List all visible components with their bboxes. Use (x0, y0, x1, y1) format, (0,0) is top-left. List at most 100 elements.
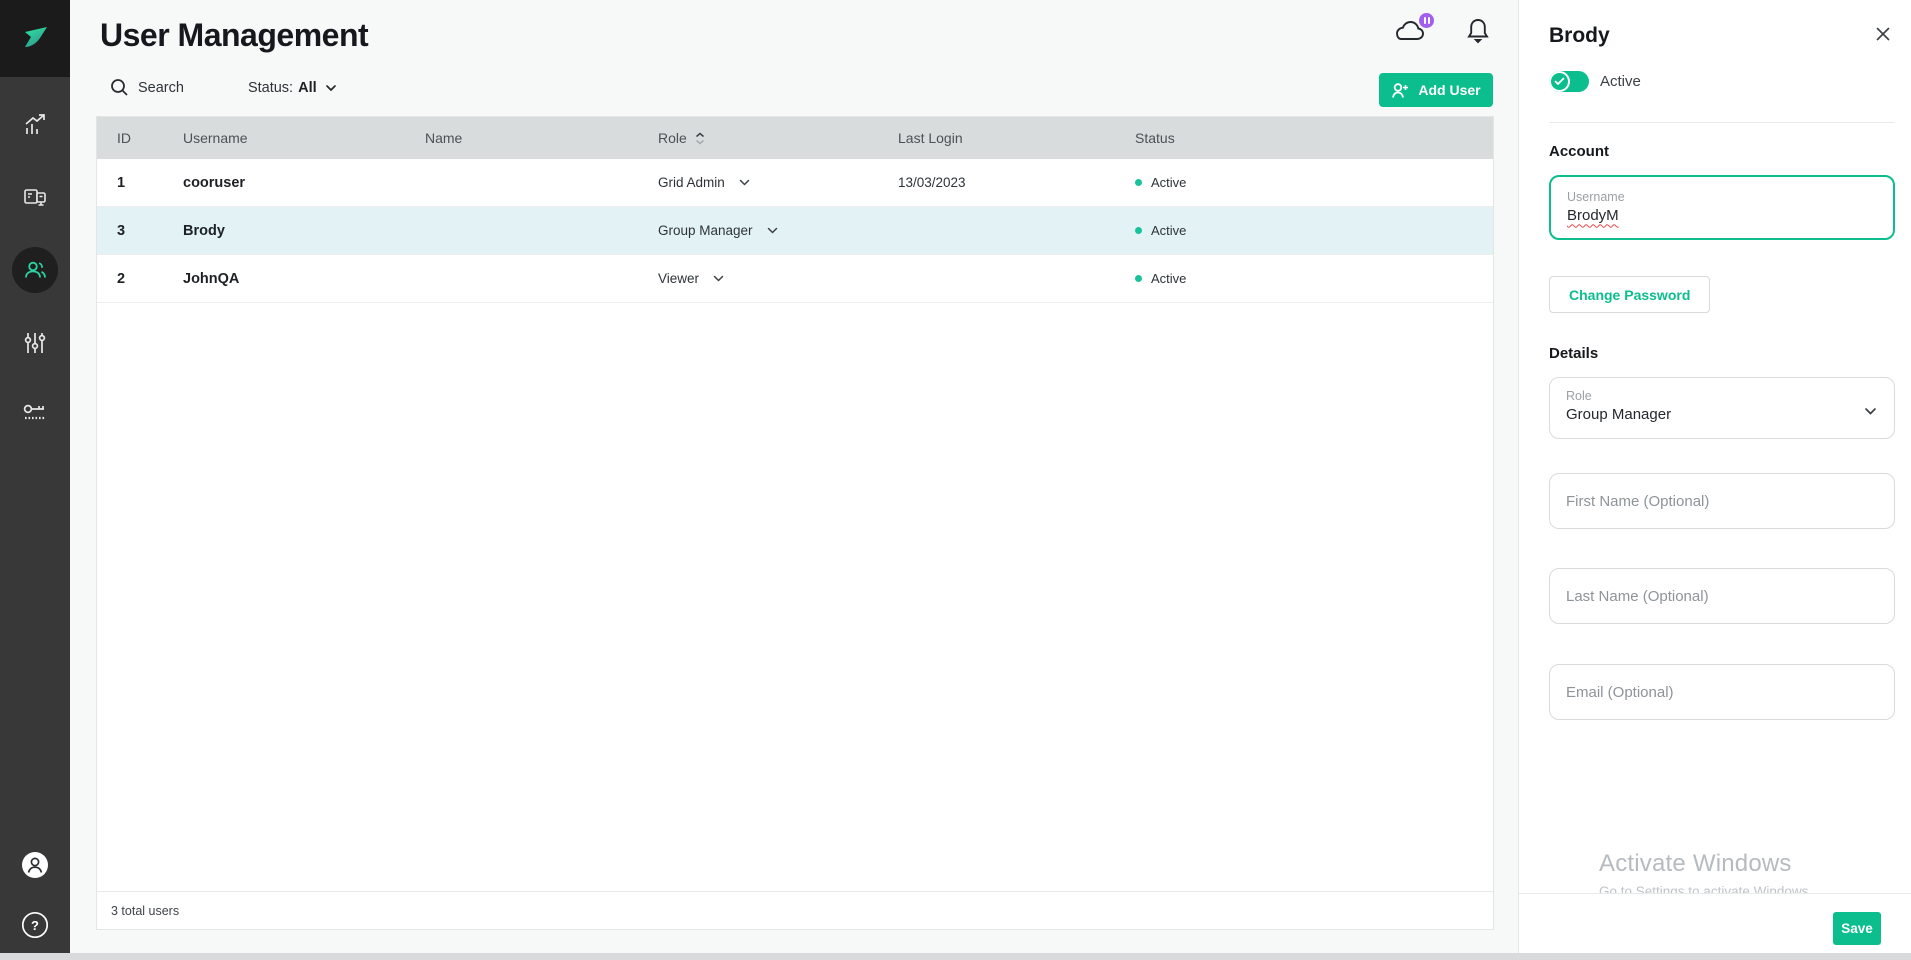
account-avatar-icon (21, 851, 49, 879)
cell-last-login: 13/03/2023 (898, 175, 1135, 190)
role-select-value: Group Manager (1566, 404, 1878, 427)
cell-status: Active (1135, 223, 1493, 238)
status-label: Active (1151, 175, 1186, 190)
status-filter-value: All (298, 80, 317, 96)
sliders-icon (20, 328, 50, 358)
cell-username: JohnQA (183, 271, 425, 287)
panel-footer: Save (1519, 893, 1911, 953)
active-toggle-label: Active (1600, 73, 1641, 90)
chevron-down-icon (325, 84, 337, 92)
check-icon (1554, 77, 1565, 86)
license-key-icon (19, 397, 51, 429)
close-icon (1875, 26, 1891, 42)
col-header-role-label: Role (658, 130, 687, 146)
col-header-role[interactable]: Role (658, 130, 898, 146)
toggle-knob (1549, 71, 1570, 92)
help-icon: ? (21, 911, 49, 939)
header-icons (1392, 16, 1492, 51)
sidebar-item-users[interactable] (0, 246, 70, 294)
table-footer: 3 total users (97, 891, 1493, 929)
cell-username: Brody (183, 223, 425, 239)
chevron-down-icon (713, 275, 724, 282)
status-label: Active (1151, 223, 1186, 238)
chevron-down-icon (739, 179, 750, 186)
cell-id: 3 (117, 223, 183, 239)
toolbar: Search Status: All (110, 78, 337, 97)
chevron-down-icon (1864, 403, 1877, 421)
close-panel-button[interactable] (1875, 26, 1891, 47)
table-row[interactable]: 2 JohnQA Viewer Active (97, 255, 1493, 303)
email-field[interactable] (1549, 664, 1895, 720)
activate-windows-watermark: Activate Windows (1599, 850, 1792, 878)
active-toggle[interactable] (1549, 71, 1589, 92)
status-filter-label: Status: (248, 80, 293, 96)
role-dropdown[interactable]: Grid Admin (658, 175, 898, 190)
total-users-count: 3 total users (111, 904, 179, 918)
search-icon (110, 78, 129, 97)
sort-icon[interactable] (695, 132, 705, 145)
sidebar-item-license[interactable] (0, 389, 70, 437)
taskbar-edge (0, 953, 1911, 960)
table-header-row: ID Username Name Role Last Login Status (97, 117, 1493, 159)
status-dot-icon (1135, 179, 1142, 186)
cell-status: Active (1135, 271, 1493, 286)
col-header-name[interactable]: Name (425, 130, 658, 146)
users-table: ID Username Name Role Last Login Status … (96, 116, 1494, 930)
app-logo[interactable] (0, 0, 70, 77)
role-select[interactable]: Role Group Manager (1549, 377, 1895, 439)
col-header-status[interactable]: Status (1135, 130, 1493, 146)
bell-icon (1464, 16, 1492, 46)
sidebar-item-analytics[interactable] (0, 102, 70, 150)
add-user-label: Add User (1418, 82, 1480, 98)
main-content: User Management Search Status: All (70, 0, 1518, 953)
sidebar-item-devices[interactable] (0, 174, 70, 222)
table-row[interactable]: 1 cooruser Grid Admin 13/03/2023 Active (97, 159, 1493, 207)
cell-id: 2 (117, 271, 183, 287)
table-empty-space (97, 303, 1493, 891)
status-label: Active (1151, 271, 1186, 286)
status-dot-icon (1135, 275, 1142, 282)
sidebar-item-help[interactable]: ? (0, 901, 70, 949)
chevron-down-icon (767, 227, 778, 234)
add-user-icon (1391, 82, 1410, 99)
svg-text:?: ? (31, 918, 39, 933)
col-header-id[interactable]: ID (117, 130, 183, 146)
sidebar-item-settings[interactable] (0, 319, 70, 367)
role-dropdown[interactable]: Group Manager (658, 223, 898, 238)
col-header-username[interactable]: Username (183, 130, 425, 146)
divider (1549, 122, 1895, 123)
username-field-value[interactable]: BrodyM (1567, 205, 1877, 228)
table-row-selected[interactable]: 3 Brody Group Manager Active (97, 207, 1493, 255)
cloud-status-button[interactable] (1392, 17, 1428, 50)
user-detail-panel: Brody Active Account Username BrodyM Cha… (1518, 0, 1911, 953)
add-user-button[interactable]: Add User (1379, 73, 1493, 107)
sidebar: ? (0, 0, 70, 953)
role-dropdown[interactable]: Viewer (658, 271, 898, 286)
cell-status: Active (1135, 175, 1493, 190)
notifications-button[interactable] (1464, 16, 1492, 51)
status-filter-dropdown[interactable]: Status: All (248, 80, 337, 96)
cell-id: 1 (117, 175, 183, 191)
role-value: Viewer (658, 271, 699, 286)
role-value: Group Manager (658, 223, 753, 238)
role-select-label: Role (1566, 388, 1878, 404)
save-button[interactable]: Save (1833, 912, 1881, 945)
panel-title: Brody (1549, 24, 1610, 48)
last-name-field[interactable] (1549, 568, 1895, 624)
username-field[interactable]: Username BrodyM (1549, 175, 1895, 240)
logo-icon (16, 20, 54, 58)
search-input[interactable]: Search (110, 78, 184, 97)
page-title: User Management (100, 17, 368, 54)
status-dot-icon (1135, 227, 1142, 234)
change-password-button[interactable]: Change Password (1549, 276, 1710, 313)
cell-username: cooruser (183, 175, 425, 191)
devices-icon (20, 183, 50, 213)
active-toggle-row: Active (1549, 71, 1641, 92)
col-header-last-login[interactable]: Last Login (898, 130, 1135, 146)
first-name-field[interactable] (1549, 473, 1895, 529)
sidebar-item-account[interactable] (0, 841, 70, 889)
username-field-label: Username (1567, 189, 1877, 205)
users-icon (20, 255, 50, 285)
role-value: Grid Admin (658, 175, 725, 190)
account-heading: Account (1549, 143, 1609, 160)
